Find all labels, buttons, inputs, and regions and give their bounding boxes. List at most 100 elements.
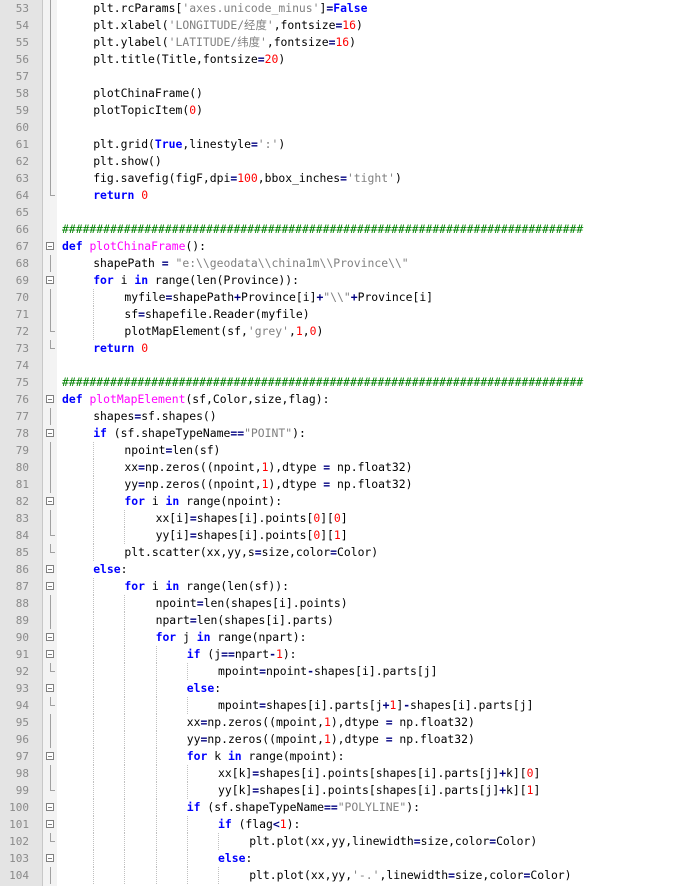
code-line[interactable]: 57 bbox=[0, 68, 695, 85]
minus-box-icon[interactable] bbox=[46, 854, 54, 862]
fold-toggle-icon[interactable] bbox=[44, 629, 56, 646]
code-line[interactable]: 91 if (j==npart-1): bbox=[0, 646, 695, 663]
code-line[interactable]: 99 yy[k]=shapes[i].points[shapes[i].parts… bbox=[0, 782, 695, 799]
code-line[interactable]: 100 if (sf.shapeTypeName=="POLYLINE"): bbox=[0, 799, 695, 816]
minus-box-icon[interactable] bbox=[46, 684, 54, 692]
code-line[interactable]: 55 plt.ylabel('LATITUDE/纬度',fontsize=16) bbox=[0, 34, 695, 51]
fold-toggle-icon[interactable] bbox=[44, 272, 56, 289]
minus-box-icon[interactable] bbox=[46, 803, 54, 811]
minus-box-icon[interactable] bbox=[46, 752, 54, 760]
code-line[interactable]: 97 for k in range(mpoint): bbox=[0, 748, 695, 765]
token-op: = bbox=[196, 596, 204, 610]
minus-box-icon[interactable] bbox=[46, 395, 54, 403]
code-line[interactable]: 70 myfile=shapePath+Province[i]+"\\"+Prov… bbox=[0, 289, 695, 306]
indent-guide bbox=[93, 595, 95, 612]
code-line[interactable]: 98 xx[k]=shapes[i].points[shapes[i].parts… bbox=[0, 765, 695, 782]
fold-toggle-icon[interactable] bbox=[44, 646, 56, 663]
code-line[interactable]: 101 if (flag<1): bbox=[0, 816, 695, 833]
code-line[interactable]: 93 else: bbox=[0, 680, 695, 697]
minus-box-icon[interactable] bbox=[46, 633, 54, 641]
token-id: (sf.shapeTypeName bbox=[106, 426, 231, 440]
code-line[interactable]: 103 else: bbox=[0, 850, 695, 867]
indent-guide bbox=[93, 663, 95, 680]
minus-box-icon[interactable] bbox=[46, 582, 54, 590]
code-line[interactable]: 69 for i in range(len(Province)): bbox=[0, 272, 695, 289]
fold-toggle-icon[interactable] bbox=[44, 850, 56, 867]
code-line[interactable]: 87 for i in range(len(sf)): bbox=[0, 578, 695, 595]
indent-guide bbox=[124, 697, 126, 714]
code-line[interactable]: 88 npoint=len(shapes[i].points) bbox=[0, 595, 695, 612]
token-op: = bbox=[189, 511, 197, 525]
line-number: 79 bbox=[15, 444, 29, 457]
code-line[interactable]: 53 plt.rcParams['axes.unicode_minus']=Fal… bbox=[0, 0, 695, 17]
code-line[interactable]: 74 bbox=[0, 357, 695, 374]
code-text: shapes=sf.shapes() bbox=[93, 408, 216, 425]
code-line[interactable]: 65 bbox=[0, 204, 695, 221]
minus-box-icon[interactable] bbox=[46, 565, 54, 573]
token-id: ] bbox=[340, 511, 348, 525]
code-line[interactable]: 104 plt.plot(xx,yy,'-.',linewidth=size,co… bbox=[0, 867, 695, 884]
code-text: plt.xlabel('LONGITUDE/经度',fontsize=16) bbox=[93, 17, 363, 34]
code-line[interactable]: 76 def plotMapElement(sf,Color,size,flag)… bbox=[0, 391, 695, 408]
fold-toggle-icon[interactable] bbox=[44, 816, 56, 833]
line-number: 85 bbox=[15, 546, 29, 559]
fold-toggle-icon[interactable] bbox=[44, 578, 56, 595]
code-line[interactable]: 68 shapePath = "e:\\geodata\\china1m\\Pro… bbox=[0, 255, 695, 272]
code-line[interactable]: 80 xx=np.zeros((npoint,1),dtype = np.floa… bbox=[0, 459, 695, 476]
code-line[interactable]: 58 plotChinaFrame() bbox=[0, 85, 695, 102]
minus-box-icon[interactable] bbox=[46, 242, 54, 250]
code-line[interactable]: 63 fig.savefig(figF,dpi=100,bbox_inches='… bbox=[0, 170, 695, 187]
fold-toggle-icon[interactable] bbox=[44, 799, 56, 816]
code-line[interactable]: 77 shapes=sf.shapes() bbox=[0, 408, 695, 425]
code-line[interactable]: 54 plt.xlabel('LONGITUDE/经度',fontsize=16) bbox=[0, 17, 695, 34]
code-editor[interactable]: 53 plt.rcParams['axes.unicode_minus']=Fal… bbox=[0, 0, 695, 886]
code-line[interactable]: 89 npart=len(shapes[i].parts) bbox=[0, 612, 695, 629]
code-line[interactable]: 73 return 0 bbox=[0, 340, 695, 357]
code-line[interactable]: 81 yy=np.zeros((npoint,1),dtype = np.floa… bbox=[0, 476, 695, 493]
fold-toggle-icon[interactable] bbox=[44, 561, 56, 578]
fold-toggle-icon[interactable] bbox=[44, 238, 56, 255]
code-line[interactable]: 92 mpoint=npoint-shapes[i].parts[j] bbox=[0, 663, 695, 680]
code-line[interactable]: 59 plotTopicItem(0) bbox=[0, 102, 695, 119]
code-line[interactable]: 56 plt.title(Title,fontsize=20) bbox=[0, 51, 695, 68]
indent-guide bbox=[155, 833, 157, 850]
code-line[interactable]: 71 sf=shapefile.Reader(myfile) bbox=[0, 306, 695, 323]
fold-toggle-icon[interactable] bbox=[44, 425, 56, 442]
fold-line-segment bbox=[50, 459, 51, 476]
code-line[interactable]: 64 return 0 bbox=[0, 187, 695, 204]
code-line[interactable]: 96 yy=np.zeros((mpoint,1),dtype = np.floa… bbox=[0, 731, 695, 748]
code-line[interactable]: 78 if (sf.shapeTypeName=="POINT"): bbox=[0, 425, 695, 442]
code-line[interactable]: 79 npoint=len(sf) bbox=[0, 442, 695, 459]
code-line[interactable]: 67 def plotChinaFrame(): bbox=[0, 238, 695, 255]
code-line[interactable]: 75 ######################################… bbox=[0, 374, 695, 391]
minus-box-icon[interactable] bbox=[46, 650, 54, 658]
fold-toggle-icon[interactable] bbox=[44, 493, 56, 510]
code-line[interactable]: 60 bbox=[0, 119, 695, 136]
code-line[interactable]: 82 for i in range(npoint): bbox=[0, 493, 695, 510]
code-line[interactable]: 84 yy[i]=shapes[i].points[0][1] bbox=[0, 527, 695, 544]
code-line[interactable]: 95 xx=np.zeros((mpoint,1),dtype = np.floa… bbox=[0, 714, 695, 731]
minus-box-icon[interactable] bbox=[46, 429, 54, 437]
code-line[interactable]: 86 else: bbox=[0, 561, 695, 578]
code-line[interactable]: 94 mpoint=shapes[i].parts[j+1]-shapes[i].… bbox=[0, 697, 695, 714]
code-line[interactable]: 90 for j in range(npart): bbox=[0, 629, 695, 646]
minus-box-icon[interactable] bbox=[46, 497, 54, 505]
token-num: 0 bbox=[141, 341, 149, 355]
fold-toggle-icon[interactable] bbox=[44, 748, 56, 765]
fold-toggle-icon[interactable] bbox=[44, 391, 56, 408]
minus-box-icon[interactable] bbox=[46, 276, 54, 284]
fold-toggle-icon[interactable] bbox=[44, 680, 56, 697]
line-number: 74 bbox=[15, 359, 29, 372]
code-line[interactable]: 83 xx[i]=shapes[i].points[0][0] bbox=[0, 510, 695, 527]
code-area[interactable]: 53 plt.rcParams['axes.unicode_minus']=Fal… bbox=[0, 0, 695, 884]
code-line[interactable]: 85 plt.scatter(xx,yy,s=size,color=Color) bbox=[0, 544, 695, 561]
minus-box-icon[interactable] bbox=[46, 820, 54, 828]
code-line[interactable]: 61 plt.grid(True,linestyle=':') bbox=[0, 136, 695, 153]
code-line[interactable]: 62 plt.show() bbox=[0, 153, 695, 170]
code-line[interactable]: 72 plotMapElement(sf,'grey',1,0) bbox=[0, 323, 695, 340]
token-id: ][ bbox=[320, 528, 334, 542]
code-line[interactable]: 66 ######################################… bbox=[0, 221, 695, 238]
code-text: if (j==npart-1): bbox=[187, 646, 297, 663]
indent-guide bbox=[155, 748, 157, 765]
code-line[interactable]: 102 plt.plot(xx,yy,linewidth=size,color=C… bbox=[0, 833, 695, 850]
